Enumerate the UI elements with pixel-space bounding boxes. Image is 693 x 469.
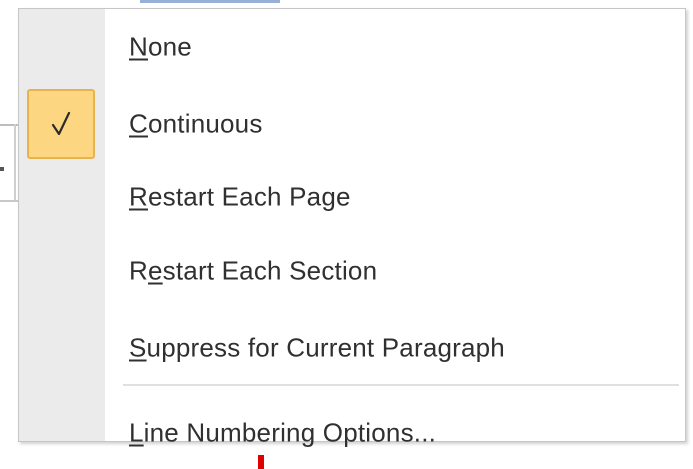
menu-item-continuous[interactable]: Continuous (19, 94, 685, 154)
document-text-fragment (0, 167, 4, 171)
document-edge-accent (140, 0, 280, 3)
document-table-border-bottom (0, 200, 18, 202)
menu-item-label: Restart Each Page (129, 181, 351, 212)
line-numbering-menu: None Continuous Restart Each Page Restar… (18, 8, 686, 448)
menu-item-suppress-for-current-paragraph[interactable]: Suppress for Current Paragraph (19, 318, 685, 378)
menu-item-label: None (129, 31, 192, 62)
menu-item-restart-each-page[interactable]: Restart Each Page (19, 167, 685, 227)
menu-item-restart-each-section[interactable]: Restart Each Section (19, 241, 685, 301)
menu-item-line-numbering-options[interactable]: Line Numbering Options... (19, 403, 685, 463)
menu-item-label: Restart Each Section (129, 255, 378, 286)
menu-item-label: Continuous (129, 108, 263, 139)
menu-separator (123, 384, 679, 386)
menu-item-label: Suppress for Current Paragraph (129, 332, 505, 363)
menu-item-label: Line Numbering Options... (129, 417, 437, 448)
document-table-border-vertical (14, 124, 16, 202)
menu-item-none[interactable]: None (19, 17, 685, 77)
